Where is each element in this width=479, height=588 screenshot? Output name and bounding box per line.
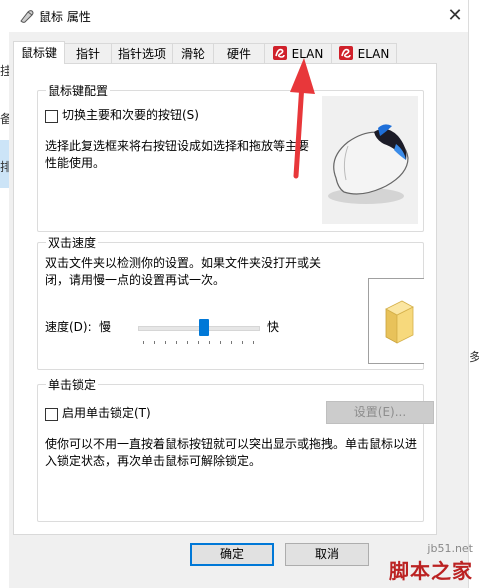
watermark: jb51.net 脚本之家 <box>389 542 473 584</box>
mouse-image <box>322 96 418 224</box>
double-click-group: 双击速度 双击文件夹以检测你的设置。如果文件夹没打开或关 闭，请用慢一点的设置再… <box>37 234 424 370</box>
tab-buttons[interactable]: 鼠标键 <box>13 41 65 64</box>
double-click-speed-slider[interactable] <box>138 319 260 347</box>
click-lock-label[interactable]: 启用单击锁定(T) <box>62 405 151 422</box>
tab-label: 滑轮 <box>180 47 205 61</box>
tab-label: ELAN <box>291 47 324 61</box>
tab-elan-2[interactable]: ELAN <box>331 43 397 63</box>
ok-button[interactable]: 确定 <box>190 543 274 566</box>
title-bar: 鼠标 属性 ✕ <box>9 0 468 32</box>
click-lock-group: 单击锁定 启用单击锁定(T) 设置(E)... 使你可以不用一直按着鼠标按钮就可… <box>37 376 434 522</box>
tab-label: 指针 <box>75 47 100 61</box>
watermark-url: jb51.net <box>427 542 473 555</box>
tab-label: ELAN <box>357 47 390 61</box>
tab-panel: 鼠标键配置 切换主要和次要的按钮(S) 选择此复选框来将右按钮设成如选择和拖放等… <box>13 63 437 535</box>
close-button[interactable]: ✕ <box>442 3 468 29</box>
slider-tick <box>198 341 199 344</box>
slider-tick <box>143 341 144 344</box>
group-title: 双击速度 <box>46 234 99 251</box>
click-lock-description: 使你可以不用一直按着鼠标按钮就可以突出显示或拖拽。单击鼠标以进 <box>45 437 418 451</box>
window-title: 鼠标 属性 <box>39 10 91 24</box>
slider-tick <box>253 341 254 344</box>
mouse-illustration-icon <box>328 124 409 204</box>
background-text: 多 <box>469 350 479 364</box>
slider-tick <box>187 341 188 344</box>
tab-hardware[interactable]: 硬件 <box>213 43 265 63</box>
switch-buttons-checkbox[interactable] <box>45 110 58 123</box>
click-lock-checkbox[interactable] <box>45 408 58 421</box>
slider-tick <box>220 341 221 344</box>
tab-pointer-options[interactable]: 指针选项 <box>111 43 173 63</box>
slider-thumb[interactable] <box>198 319 209 336</box>
slider-tick <box>209 341 210 344</box>
slider-tick <box>154 341 155 344</box>
mouse-app-icon <box>20 10 34 23</box>
tab-strip: 鼠标键 指针 指针选项 滑轮 硬件 ELAN ELAN <box>9 41 468 64</box>
button-config-description: 性能使用。 <box>45 156 106 170</box>
elan-icon <box>338 46 353 60</box>
tab-label: 鼠标键 <box>20 46 57 60</box>
cancel-button[interactable]: 取消 <box>285 543 369 566</box>
test-folder-area[interactable] <box>368 278 424 364</box>
tab-pointers[interactable]: 指针 <box>64 43 112 63</box>
slow-label: 慢 <box>99 320 112 334</box>
slider-tick <box>231 341 232 344</box>
button-config-group: 鼠标键配置 切换主要和次要的按钮(S) 选择此复选框来将右按钮设成如选择和拖放等… <box>37 82 424 232</box>
tab-elan-1[interactable]: ELAN <box>264 43 332 63</box>
slider-tick <box>176 341 177 344</box>
fast-label: 快 <box>267 320 280 334</box>
close-icon: ✕ <box>447 5 463 26</box>
click-lock-settings-button[interactable]: 设置(E)... <box>326 401 434 424</box>
slider-tick <box>165 341 166 344</box>
tab-label: 指针选项 <box>117 47 166 61</box>
group-title: 鼠标键配置 <box>46 82 111 99</box>
folder-icon <box>385 300 414 344</box>
group-title: 单击锁定 <box>46 376 99 393</box>
watermark-name: 脚本之家 <box>389 559 473 583</box>
double-click-description: 闭，请用慢一点的设置再试一次。 <box>45 273 226 287</box>
tab-label: 硬件 <box>226 47 251 61</box>
slider-tick <box>242 341 243 344</box>
switch-buttons-label[interactable]: 切换主要和次要的按钮(S) <box>62 107 199 124</box>
mouse-properties-dialog: 鼠标 属性 ✕ 鼠标键 指针 指针选项 滑轮 硬件 ELAN ELAN 鼠标键配… <box>9 0 468 588</box>
tab-wheel[interactable]: 滑轮 <box>172 43 214 63</box>
elan-icon <box>272 46 287 60</box>
speed-label: 速度(D): <box>45 320 92 334</box>
double-click-description: 双击文件夹以检测你的设置。如果文件夹没打开或关 <box>45 256 322 270</box>
button-config-description: 选择此复选框来将右按钮设成如选择和拖放等主要 <box>45 139 310 153</box>
click-lock-description: 入锁定状态，再次单击鼠标可解除锁定。 <box>45 454 262 468</box>
background-window-right <box>468 0 479 588</box>
